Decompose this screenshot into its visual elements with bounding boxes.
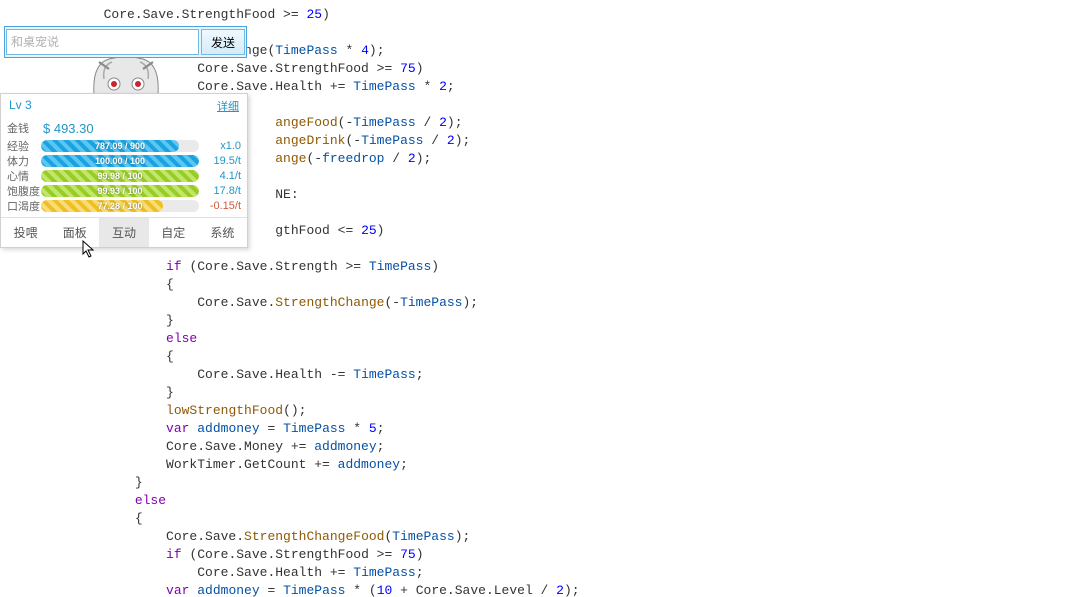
status-panel: Lv 3 详细 金钱 $ 493.30 经验 787.09 / 900 x1.0… xyxy=(0,93,248,248)
stat-bar-text: 100.00 / 100 xyxy=(41,155,200,167)
money-label: 金钱 xyxy=(7,120,41,136)
stat-bar: 99.98 / 100 xyxy=(41,170,200,182)
stat-rate: 17.8/t xyxy=(199,185,241,197)
tab-2[interactable]: 互动 xyxy=(99,218,148,247)
stat-bar: 787.09 / 900 xyxy=(41,140,200,152)
stat-rate: 19.5/t xyxy=(199,155,241,167)
pet-character-icon xyxy=(84,54,168,96)
chat-panel: 发送 xyxy=(4,26,247,58)
stat-row-2: 心情 99.98 / 100 4.1/t xyxy=(1,168,247,183)
money-value: $ 493.30 xyxy=(43,121,94,136)
stat-row-3: 饱腹度 99.93 / 100 17.8/t xyxy=(1,183,247,198)
stat-label: 饱腹度 xyxy=(7,183,41,199)
send-button[interactable]: 发送 xyxy=(201,29,245,55)
stat-rate: -0.15/t xyxy=(199,200,241,212)
tabs-bar: 投喂面板互动自定系统 xyxy=(1,217,247,247)
stat-bar-text: 77.28 / 100 xyxy=(41,200,200,212)
tab-3[interactable]: 自定 xyxy=(149,218,198,247)
stat-label: 体力 xyxy=(7,153,41,169)
tab-4[interactable]: 系统 xyxy=(198,218,247,247)
chat-input[interactable] xyxy=(6,29,199,55)
stat-row-0: 经验 787.09 / 900 x1.0 xyxy=(1,138,247,153)
stat-rate: 4.1/t xyxy=(199,170,241,182)
stat-row-1: 体力 100.00 / 100 19.5/t xyxy=(1,153,247,168)
tab-0[interactable]: 投喂 xyxy=(1,218,50,247)
stat-row-4: 口渴度 77.28 / 100 -0.15/t xyxy=(1,198,247,213)
level-label: Lv 3 xyxy=(9,98,32,114)
detail-link[interactable]: 详细 xyxy=(217,98,239,114)
stat-rate: x1.0 xyxy=(199,140,241,152)
stat-bar: 100.00 / 100 xyxy=(41,155,200,167)
stat-label: 心情 xyxy=(7,168,41,184)
stat-label: 经验 xyxy=(7,138,41,154)
stat-bar-text: 99.98 / 100 xyxy=(41,170,200,182)
stat-bar: 99.93 / 100 xyxy=(41,185,200,197)
stat-bar-text: 99.93 / 100 xyxy=(41,185,200,197)
tab-1[interactable]: 面板 xyxy=(50,218,99,247)
stat-label: 口渴度 xyxy=(7,198,41,214)
stat-bar: 77.28 / 100 xyxy=(41,200,200,212)
stat-bar-text: 787.09 / 900 xyxy=(41,140,200,152)
pet-avatar[interactable] xyxy=(84,54,168,96)
